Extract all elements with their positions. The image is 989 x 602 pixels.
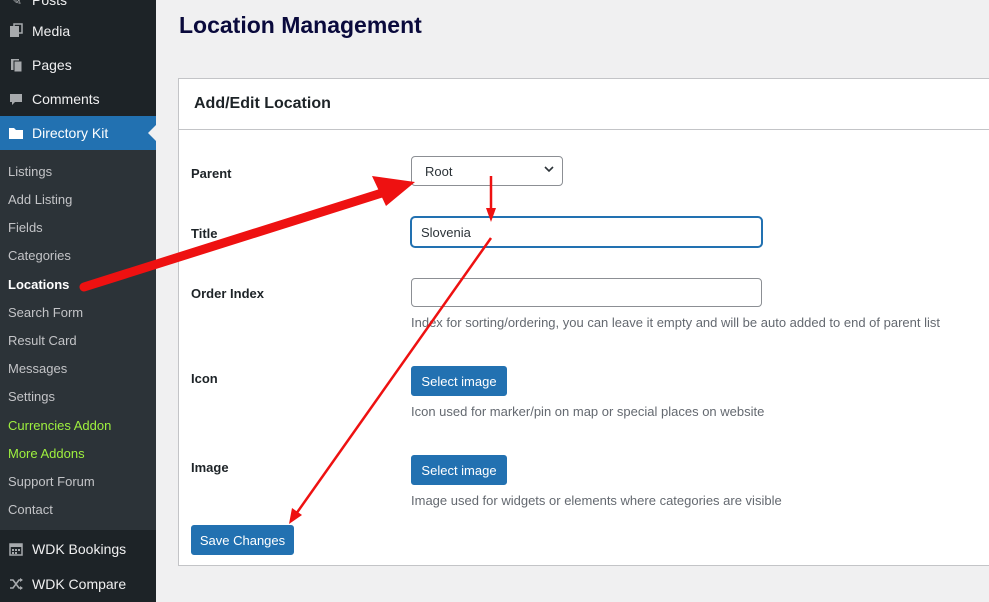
sidebar-item-label: Directory Kit <box>32 125 109 141</box>
submenu-item-add-listing[interactable]: Add Listing <box>8 190 72 210</box>
title-label: Title <box>191 226 218 241</box>
directory-kit-submenu: Listings Add Listing Fields Categories L… <box>0 150 156 530</box>
sidebar-item-label: Comments <box>32 91 100 107</box>
submenu-item-support-forum[interactable]: Support Forum <box>8 472 95 492</box>
submenu-item-contact[interactable]: Contact <box>8 500 53 520</box>
order-index-label: Order Index <box>191 286 264 301</box>
submenu-item-listings[interactable]: Listings <box>8 162 52 182</box>
panel-title: Add/Edit Location <box>194 95 331 112</box>
image-help: Image used for widgets or elements where… <box>411 493 782 508</box>
sidebar-item-label: Pages <box>32 57 72 73</box>
icon-help: Icon used for marker/pin on map or speci… <box>411 404 765 419</box>
sidebar-item-label: WDK Compare <box>32 576 127 592</box>
order-index-help: Index for sorting/ordering, you can leav… <box>411 315 940 330</box>
select-icon-button[interactable]: Select image <box>411 366 507 396</box>
sidebar-item-pages[interactable]: Pages <box>0 48 156 82</box>
sidebar-item-wdk-bookings[interactable]: WDK Bookings <box>0 532 156 566</box>
pages-icon <box>0 48 32 82</box>
sidebar-item-label: Posts <box>32 0 68 8</box>
parent-label: Parent <box>191 166 232 181</box>
media-icon <box>0 14 32 48</box>
chevron-down-icon <box>544 166 554 173</box>
title-input[interactable] <box>411 217 762 247</box>
image-label: Image <box>191 460 229 475</box>
folder-icon <box>0 116 32 150</box>
submenu-item-locations[interactable]: Locations <box>8 275 69 295</box>
panel-header: Add/Edit Location <box>179 79 989 130</box>
select-image-button[interactable]: Select image <box>411 455 507 485</box>
sidebar-item-media[interactable]: Media <box>0 14 156 48</box>
submenu-item-currencies-addon[interactable]: Currencies Addon <box>8 416 111 436</box>
sidebar-item-wdk-compare[interactable]: WDK Compare <box>0 567 156 601</box>
submenu-item-more-addons[interactable]: More Addons <box>8 444 85 464</box>
icon-label: Icon <box>191 371 218 386</box>
submenu-item-fields[interactable]: Fields <box>8 218 43 238</box>
comment-icon <box>0 82 32 116</box>
calendar-icon <box>0 532 32 566</box>
page-title: Location Management <box>179 12 422 38</box>
submenu-item-categories[interactable]: Categories <box>8 246 71 266</box>
parent-selected-value: Root <box>425 163 453 179</box>
save-changes-button[interactable]: Save Changes <box>191 525 294 555</box>
submenu-item-messages[interactable]: Messages <box>8 359 67 379</box>
submenu-item-settings[interactable]: Settings <box>8 387 55 407</box>
sidebar-item-label: Media <box>32 23 71 39</box>
sidebar-item-directory-kit[interactable]: Directory Kit <box>0 116 156 150</box>
parent-select[interactable]: Root <box>411 156 563 186</box>
admin-sidebar: ✎ Posts Media Pages Comments Directory K… <box>0 0 156 602</box>
order-index-input[interactable] <box>411 278 762 307</box>
active-menu-pointer <box>148 125 156 141</box>
submenu-item-search-form[interactable]: Search Form <box>8 303 83 323</box>
shuffle-icon <box>0 567 32 601</box>
sidebar-item-label: WDK Bookings <box>32 541 127 557</box>
sidebar-item-comments[interactable]: Comments <box>0 82 156 116</box>
submenu-item-result-card[interactable]: Result Card <box>8 331 77 351</box>
